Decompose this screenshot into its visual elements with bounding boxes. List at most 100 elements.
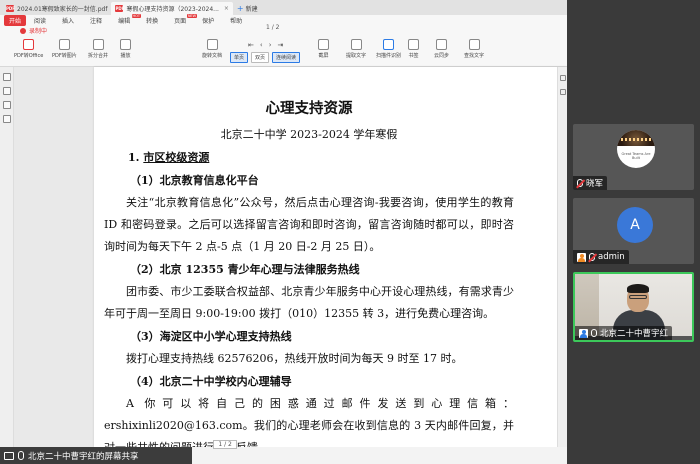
document-area[interactable]: 心理支持资源 北京二十中学 2023-2024 学年寒假 1. 市区校级资源 （…	[14, 67, 566, 454]
tool-label: PDF转Office	[14, 53, 44, 59]
subsection-3-body: 拨打心理支持热线 62576206，热线开放时间为每天 9 时至 17 时。	[126, 352, 463, 365]
dual-page-button[interactable]: 双页	[251, 52, 270, 63]
continuous-read-button[interactable]: 连续阅读	[272, 52, 301, 63]
page-number-box[interactable]: 1 / 2	[213, 440, 237, 449]
screenshot-icon	[318, 39, 329, 50]
menu-bar: 开始 阅读 插入 注释 编辑 HOT 转换 页面 NEW 保护 帮助 录制中 1 /…	[0, 14, 567, 37]
pdf-file-icon: PDF	[115, 5, 125, 12]
subsection-4-title: （4）北京二十中学校内心理辅导	[130, 375, 292, 388]
new-tab-button[interactable]: + 新建	[233, 2, 262, 15]
plus-icon: +	[236, 3, 244, 13]
extract-text-button[interactable]: 提取文字	[346, 39, 366, 59]
settings-icon[interactable]	[560, 89, 566, 95]
menu-read[interactable]: 阅读	[26, 15, 54, 26]
subsection-3-title: （3）海淀区中小学心理支持热线	[130, 330, 292, 343]
right-panel	[557, 67, 567, 447]
split-merge-button[interactable]: 拆分合并	[88, 39, 108, 59]
subsection-2-body: 团市委、市少工委联合权益部、北京青少年服务中心开设心理热线，有需求青少年可于周一…	[104, 285, 514, 320]
tool-label: PDF转图片	[52, 53, 77, 59]
properties-icon[interactable]	[560, 75, 566, 81]
tab-label: 寒假心理支持资源（2023-2024...	[126, 6, 219, 13]
split-icon	[92, 39, 104, 50]
view-mode-group: 单页 双页 连续阅读	[230, 52, 301, 63]
menu-convert[interactable]: 转换	[138, 15, 166, 26]
first-page-icon[interactable]: ⇤	[248, 41, 254, 49]
person-glasses	[629, 295, 647, 299]
participant-name-bar: 北京二十中曹宇红	[575, 326, 673, 340]
menu-insert[interactable]: 插入	[54, 15, 82, 26]
participant-tile[interactable]: A admin	[573, 198, 694, 264]
tool-label: 云同步	[434, 53, 450, 59]
menu-start[interactable]: 开始	[4, 15, 27, 26]
last-page-icon[interactable]: ⇥	[278, 41, 284, 49]
search-panel-icon[interactable]	[3, 115, 11, 123]
tab-letter-pdf[interactable]: PDF 2024.01寒假致家长的一封信.pdf	[2, 2, 111, 15]
participant-name: 北京二十中曹宇红	[600, 329, 669, 339]
subsection-2-title: （2）北京 12355 青少年心理与法律服务热线	[130, 263, 360, 276]
find-text-button[interactable]: 查找文字	[464, 39, 484, 59]
tab-psych-resources[interactable]: PDF 寒假心理支持资源（2023-2024... ×	[111, 2, 233, 15]
next-page-icon[interactable]: ›	[243, 441, 245, 448]
play-button[interactable]: 播放	[120, 39, 131, 59]
bookmark-panel-icon[interactable]	[3, 87, 11, 95]
monitor-icon	[4, 451, 14, 460]
prev-page-icon[interactable]: ‹	[260, 41, 263, 49]
menu-annotate[interactable]: 注释	[82, 15, 110, 26]
menu-help[interactable]: 帮助	[222, 15, 250, 26]
menu-edit-label: 编辑	[118, 18, 131, 25]
section-title: 市区校级资源	[143, 151, 210, 164]
menu-protect[interactable]: 保护	[194, 15, 222, 26]
menu-page[interactable]: 页面 NEW	[166, 14, 198, 26]
prev-page-icon[interactable]: ‹	[205, 441, 207, 448]
mic-muted-icon	[577, 179, 583, 187]
status-pager: ‹ 1 / 2 ›	[205, 440, 245, 449]
tool-label: 扫描件识别	[376, 53, 402, 59]
annotation-panel-icon[interactable]	[3, 101, 11, 109]
avatar: Great Teams Are Built	[617, 130, 655, 168]
pdf-page: 心理支持资源 北京二十中学 2023-2024 学年寒假 1. 市区校级资源 （…	[94, 67, 566, 454]
section-heading: 1. 市区校级资源	[128, 149, 514, 165]
page-indicator: 1 / 2	[266, 24, 280, 31]
word-icon	[23, 39, 35, 50]
avatar: A	[617, 207, 653, 243]
subsection-1-body: 关注“北京教育信息化”公众号，然后点击心理咨询-我要咨询，使用学生的教育 ID …	[104, 196, 514, 253]
tool-label: 播放	[120, 53, 131, 59]
record-dot-icon	[20, 27, 26, 34]
menu-edit[interactable]: 编辑 HOT	[110, 14, 142, 26]
pdf-to-office-button[interactable]: PDF转Office	[14, 39, 43, 59]
rotate-doc-button[interactable]: 旋转文档	[202, 39, 222, 59]
tool-label: 书签	[408, 53, 419, 59]
bookmark-icon	[408, 39, 419, 50]
next-page-icon[interactable]: ›	[269, 41, 272, 49]
mic-muted-icon	[589, 253, 595, 261]
pdf-to-image-button[interactable]: PDF转图片	[52, 39, 77, 59]
thumbnail-icon[interactable]	[3, 73, 11, 81]
participant-sidebar: Great Teams Are Built 晓军 A admin 北京二十中曹宇…	[567, 0, 700, 464]
close-icon[interactable]: ×	[224, 5, 229, 12]
image-icon	[58, 39, 70, 50]
tab-label: 2024.01寒假致家长的一封信.pdf	[17, 6, 108, 13]
subsection-1-title: （1）北京教育信息化平台	[130, 174, 259, 187]
doc-subtitle: 北京二十中学 2023-2024 学年寒假	[220, 128, 398, 141]
participant-tile-active-speaker[interactable]: 北京二十中曹宇红	[573, 272, 694, 342]
play-icon	[120, 39, 131, 50]
cloud-icon	[436, 39, 447, 50]
rotate-icon	[206, 39, 218, 50]
bookmark-button[interactable]: 书签	[408, 39, 419, 59]
scan-recognize-button[interactable]: 扫描件识别	[376, 39, 401, 59]
participant-name-bar: 晓军	[573, 176, 608, 190]
pdf-file-icon: PDF	[6, 5, 15, 12]
participant-tile[interactable]: Great Teams Are Built 晓军	[573, 124, 694, 190]
doc-title: 心理支持资源	[265, 100, 353, 117]
recording-label: 录制中	[29, 28, 48, 35]
host-user-icon	[577, 252, 586, 262]
person-hair	[627, 284, 649, 293]
tool-label: 提取文字	[346, 53, 367, 59]
cloud-sync-button[interactable]: 云同步	[434, 39, 449, 59]
screenshot-button[interactable]: 截屏	[318, 39, 329, 59]
search-icon	[468, 39, 480, 50]
tab-bar: PDF 2024.01寒假致家长的一封信.pdf PDF 寒假心理支持资源（20…	[0, 0, 567, 15]
microphone-icon	[591, 329, 597, 337]
single-page-button[interactable]: 单页	[230, 52, 249, 63]
section-number: 1.	[128, 151, 140, 164]
